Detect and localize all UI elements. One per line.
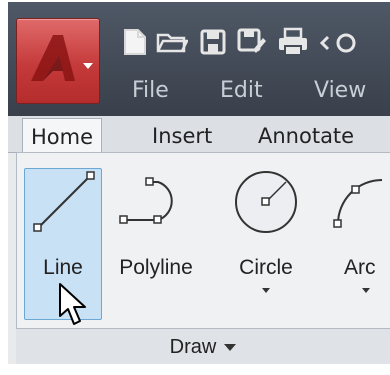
arc-tool-button[interactable]: Arc bbox=[326, 164, 390, 293]
mouse-cursor-icon bbox=[59, 283, 86, 325]
circle-icon bbox=[235, 171, 297, 233]
arc-icon bbox=[333, 179, 383, 228]
more-tools-icon[interactable] bbox=[316, 26, 390, 58]
arc-dropdown-arrow[interactable] bbox=[362, 288, 370, 293]
autocad-logo-icon bbox=[31, 35, 75, 81]
line-tool-button[interactable]: Line bbox=[28, 164, 98, 280]
panel-expand-arrow-icon bbox=[224, 343, 237, 351]
application-menu-button[interactable] bbox=[16, 18, 100, 104]
polyline-tool-label: Polyline bbox=[119, 256, 193, 279]
circle-tool-label: Circle bbox=[239, 256, 293, 279]
new-file-icon[interactable] bbox=[118, 26, 152, 58]
menu-view[interactable]: View bbox=[314, 78, 366, 103]
app-menu-dropdown-arrow bbox=[83, 63, 93, 69]
tab-annotate[interactable]: Annotate bbox=[258, 120, 354, 152]
save-icon[interactable] bbox=[196, 26, 230, 58]
line-icon bbox=[33, 171, 95, 232]
polyline-tool-button[interactable]: Polyline bbox=[108, 164, 204, 280]
autocad-window: File Edit View Home Insert Annotate Line… bbox=[8, 2, 390, 364]
circle-dropdown-arrow[interactable] bbox=[262, 288, 270, 293]
polyline-icon bbox=[119, 177, 173, 224]
open-folder-icon[interactable] bbox=[154, 26, 190, 58]
draw-panel-label: Draw bbox=[169, 335, 217, 358]
menu-file[interactable]: File bbox=[132, 78, 169, 103]
print-icon[interactable] bbox=[274, 26, 312, 58]
circle-tool-button[interactable]: Circle bbox=[224, 164, 308, 293]
tab-insert[interactable]: Insert bbox=[152, 120, 212, 152]
arc-tool-label: Arc bbox=[344, 256, 376, 279]
tab-home[interactable]: Home bbox=[22, 118, 103, 154]
draw-panel-title[interactable]: Draw bbox=[16, 328, 390, 364]
save-as-icon[interactable] bbox=[234, 26, 270, 58]
menu-edit[interactable]: Edit bbox=[220, 78, 263, 103]
line-tool-label: Line bbox=[43, 256, 83, 279]
